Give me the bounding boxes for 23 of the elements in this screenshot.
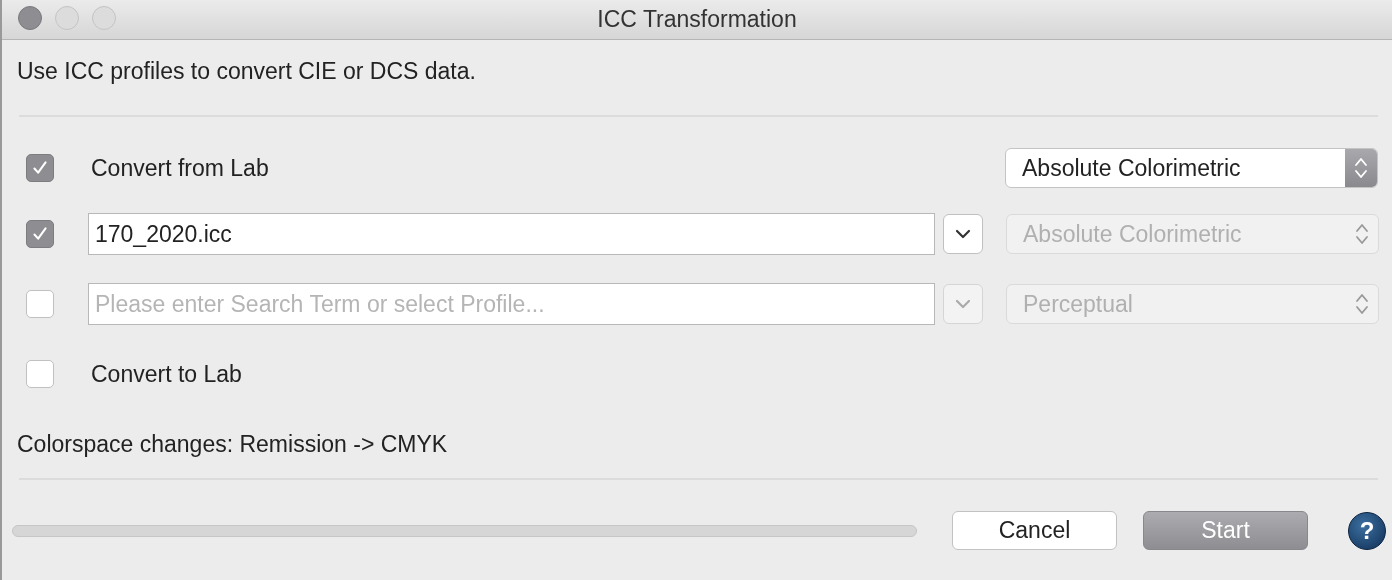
checkbox[interactable]	[26, 154, 54, 182]
dropdown-button[interactable]	[943, 214, 983, 254]
up-down-icon	[1354, 156, 1368, 180]
profile-field[interactable]: Please enter Search Term or select Profile...	[88, 283, 935, 325]
dialog-button[interactable]: Cancel	[952, 511, 1117, 550]
checkbox[interactable]	[26, 220, 54, 248]
chevron-down-icon	[955, 299, 971, 309]
profile-field[interactable]: 170_2020.icc	[88, 213, 935, 255]
close-button[interactable]	[18, 6, 42, 30]
up-down-icon	[1355, 222, 1369, 246]
help-button[interactable]: ?	[1348, 511, 1386, 550]
description-text: Use ICC profiles to convert CIE or DCS data.	[17, 57, 477, 86]
minimize-button[interactable]	[55, 6, 79, 30]
checkbox[interactable]	[26, 360, 54, 388]
status-text: Colorspace changes: Remission -> CMYK	[17, 431, 449, 458]
chevron-down-icon	[955, 229, 971, 239]
intent-select[interactable]: Absolute Colorimetric	[1005, 148, 1378, 188]
window-title: ICC Transformation	[597, 6, 797, 33]
checkbox-label: Convert from Lab	[91, 154, 270, 182]
checkbox[interactable]	[26, 290, 54, 318]
checkbox-label: Convert to Lab	[91, 360, 243, 388]
zoom-button[interactable]	[92, 6, 116, 30]
up-down-icon	[1355, 292, 1369, 316]
